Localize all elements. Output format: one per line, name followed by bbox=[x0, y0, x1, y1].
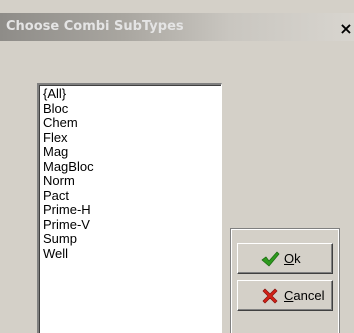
list-item-pact[interactable]: Pact bbox=[43, 188, 94, 204]
close-button[interactable]: × bbox=[338, 20, 354, 38]
list-item-magbloc[interactable]: MagBloc bbox=[43, 159, 94, 175]
buttons-panel: Ok Cancel bbox=[230, 228, 340, 333]
x-icon bbox=[262, 288, 278, 304]
cancel-button-label: Cancel bbox=[284, 288, 325, 303]
list-item-all[interactable]: {All} bbox=[43, 86, 94, 102]
list-item-norm[interactable]: Norm bbox=[43, 173, 94, 189]
subtypes-listbox[interactable]: {All} Bloc Chem Flex Mag MagBloc Norm Pa… bbox=[37, 83, 222, 333]
list-item-flex[interactable]: Flex bbox=[43, 130, 94, 146]
cancel-button[interactable]: Cancel bbox=[237, 280, 333, 311]
ok-button-label: Ok bbox=[284, 251, 301, 266]
list-item-sump[interactable]: Sump bbox=[43, 231, 94, 247]
list-item-well[interactable]: Well bbox=[43, 246, 94, 262]
title-bar[interactable]: Choose Combi SubTypes × bbox=[0, 13, 354, 41]
subtypes-list: {All} Bloc Chem Flex Mag MagBloc Norm Pa… bbox=[43, 86, 94, 262]
list-item-bloc[interactable]: Bloc bbox=[43, 101, 94, 117]
list-item-chem[interactable]: Chem bbox=[43, 115, 94, 131]
window-title: Choose Combi SubTypes bbox=[6, 19, 184, 34]
list-item-mag[interactable]: Mag bbox=[43, 144, 94, 160]
check-icon bbox=[261, 251, 280, 267]
list-item-prime-h[interactable]: Prime-H bbox=[43, 202, 94, 218]
ok-button[interactable]: Ok bbox=[237, 243, 333, 274]
list-item-prime-v[interactable]: Prime-V bbox=[43, 217, 94, 233]
choose-subtypes-dialog: Choose Combi SubTypes × {All} Bloc Chem … bbox=[0, 0, 354, 333]
